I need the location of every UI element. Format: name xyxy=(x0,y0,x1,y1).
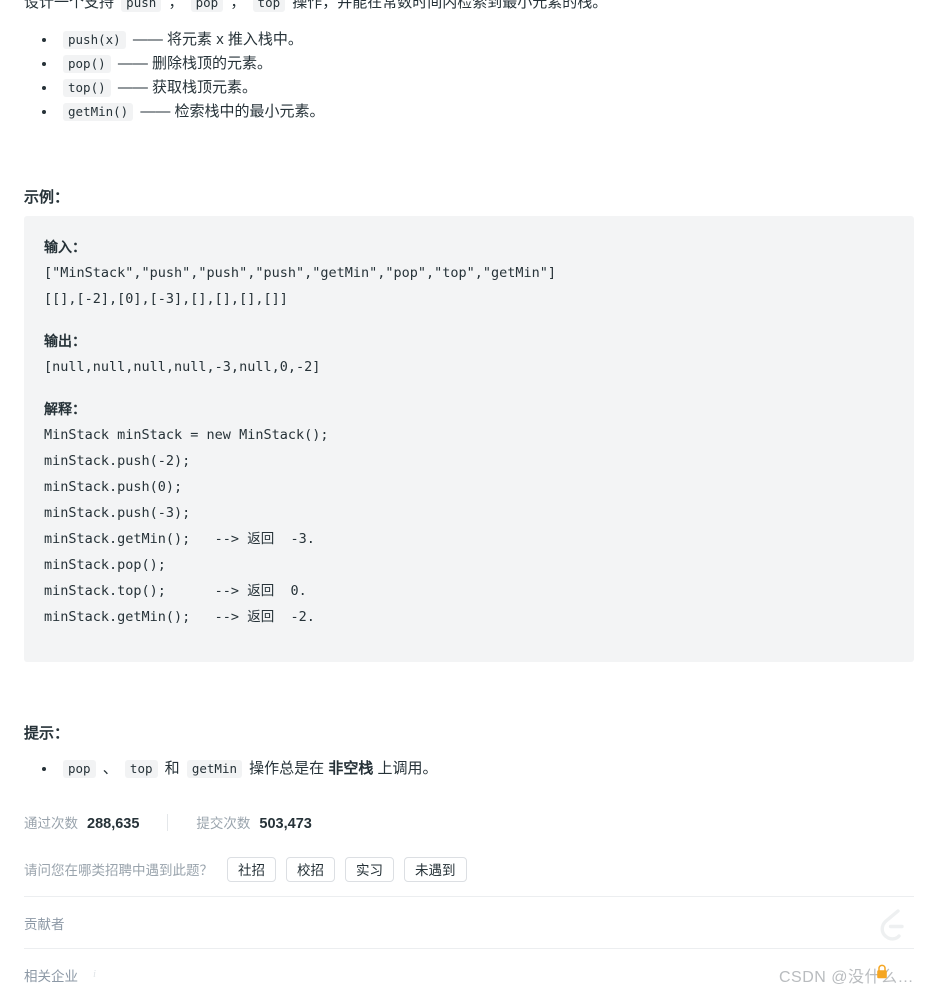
inline-code-getmin: getMin() xyxy=(63,103,134,121)
list-item: pop 、 top 和 getMin 操作总是在 非空栈 上调用。 xyxy=(57,757,917,781)
inline-code-push-x: push(x) xyxy=(63,31,126,49)
related-companies-label: 相关企业 xyxy=(24,968,78,984)
hints-heading: 提示： xyxy=(24,725,70,742)
input-line: ["MinStack","push","push","push","getMin… xyxy=(44,265,557,281)
input-label: 输入： xyxy=(44,239,86,255)
inline-code-pop: pop xyxy=(63,760,96,778)
info-icon[interactable]: i xyxy=(88,968,101,981)
problem-stats: 通过次数 288,635 提交次数 503,473 xyxy=(24,811,312,833)
output-label: 输出： xyxy=(44,333,86,349)
survey-option-weiyudao[interactable]: 未遇到 xyxy=(404,856,467,882)
explanation-line: minStack.push(-2); xyxy=(44,453,191,469)
operation-description: —— 删除栈顶的元素。 xyxy=(117,55,272,72)
submissions-value: 503,473 xyxy=(259,816,312,832)
example-input-block: 输入： ["MinStack","push","push","push","ge… xyxy=(44,234,894,312)
example-code-panel: 输入： ["MinStack","push","push","push","ge… xyxy=(24,216,914,662)
list-item: push(x) —— 将元素 x 推入栈中。 xyxy=(57,28,917,52)
inline-code-push: push xyxy=(121,0,162,12)
inline-code-pop: pop() xyxy=(63,55,111,73)
contributor-label: 贡献者 xyxy=(24,916,65,932)
survey-option-shezhao[interactable]: 社招 xyxy=(227,856,276,882)
hint-middle-text: 操作总是在 xyxy=(245,760,329,777)
example-output-block: 输出： [null,null,null,null,-3,null,0,-2] xyxy=(44,328,894,380)
stats-divider xyxy=(167,813,169,831)
list-item: pop() —— 删除栈顶的元素。 xyxy=(57,52,917,76)
output-line: [null,null,null,null,-3,null,0,-2] xyxy=(44,359,321,375)
contributor-row[interactable]: 贡献者 xyxy=(24,896,914,948)
intro-sep-1: ， xyxy=(164,0,188,11)
explanation-label: 解释： xyxy=(44,401,86,417)
inline-code-top: top() xyxy=(63,79,111,97)
operation-description: —— 将元素 x 推入栈中。 xyxy=(132,31,303,48)
accepted-label: 通过次数 xyxy=(24,816,78,831)
inline-code-pop: pop xyxy=(190,0,224,12)
watermark-text: CSDN @没什么… xyxy=(778,969,914,986)
recruitment-survey: 请问您在哪类招聘中遇到此题？ 社招 校招 实习 未遇到 xyxy=(24,856,477,882)
inline-code-getmin: getMin xyxy=(186,760,242,778)
explanation-line: minStack.top(); --> 返回 0. xyxy=(44,583,307,599)
csdn-watermark: CSDN @没什么… xyxy=(779,963,914,987)
brand-logo-icon xyxy=(880,909,904,941)
accepted-value: 288,635 xyxy=(87,816,140,832)
lock-badge-icon xyxy=(877,964,887,979)
hint-sep-2: 和 xyxy=(160,760,184,777)
leetcode-problem-description: 设计一个支持 push ， pop ， top 操作，并能在常数时间内检索到最小… xyxy=(0,0,926,994)
list-item: top() —— 获取栈顶元素。 xyxy=(57,76,917,100)
explanation-line: minStack.push(-3); xyxy=(44,505,191,521)
intro-suffix: 操作，并能在常数时间内检索到最小元素的栈。 xyxy=(288,0,608,11)
submissions-label: 提交次数 xyxy=(196,816,251,831)
intro-prefix: 设计一个支持 xyxy=(24,0,119,11)
hint-sep-1: 、 xyxy=(98,760,122,777)
explanation-line: MinStack minStack = new MinStack(); xyxy=(44,427,329,443)
example-explanation-block: 解释： MinStack minStack = new MinStack(); … xyxy=(44,396,894,630)
list-item: getMin() —— 检索栈中的最小元素。 xyxy=(57,100,917,124)
explanation-line: minStack.getMin(); --> 返回 -3. xyxy=(44,531,315,547)
operation-description: —— 检索栈中的最小元素。 xyxy=(140,103,325,120)
intro-sep-2: ， xyxy=(226,0,250,11)
operations-list: push(x) —— 将元素 x 推入栈中。 pop() —— 删除栈顶的元素。… xyxy=(24,28,917,124)
accepted-count: 通过次数 288,635 xyxy=(24,812,139,832)
inline-code-top: top xyxy=(252,0,286,12)
explanation-line: minStack.getMin(); --> 返回 -2. xyxy=(44,609,315,625)
problem-intro-line: 设计一个支持 push ， pop ， top 操作，并能在常数时间内检索到最小… xyxy=(24,0,904,15)
example-heading: 示例： xyxy=(24,189,70,206)
explanation-line: minStack.push(0); xyxy=(44,479,183,495)
inline-code-top: top xyxy=(124,760,158,778)
hints-list: pop 、 top 和 getMin 操作总是在 非空栈 上调用。 xyxy=(24,757,917,781)
operation-description: —— 获取栈顶元素。 xyxy=(117,79,257,96)
input-line: [[],[-2],[0],[-3],[],[],[],[]] xyxy=(44,291,288,307)
survey-option-xiaozhao[interactable]: 校招 xyxy=(286,856,335,882)
survey-option-shixi[interactable]: 实习 xyxy=(345,856,394,882)
submissions-count: 提交次数 503,473 xyxy=(196,812,311,832)
survey-question: 请问您在哪类招聘中遇到此题？ xyxy=(24,863,213,878)
hint-tail-text: 上调用。 xyxy=(373,760,438,777)
explanation-line: minStack.pop(); xyxy=(44,557,166,573)
hint-bold-text: 非空栈 xyxy=(328,760,374,777)
